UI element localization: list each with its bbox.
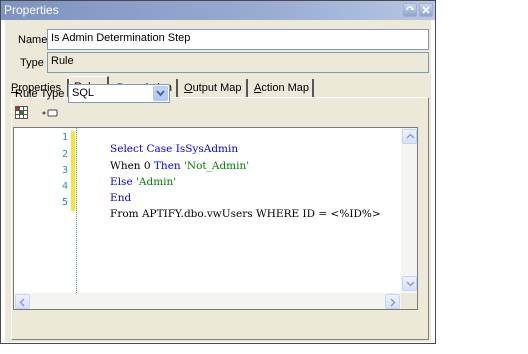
name-field[interactable]: Is Admin Determination Step — [47, 29, 429, 50]
chevron-down-icon[interactable] — [153, 86, 168, 101]
properties-window: Properties Name Is Admin Determination S… — [0, 0, 436, 344]
rule-type-label: Rule Type — [15, 88, 65, 100]
name-label: Name — [18, 34, 48, 46]
tab-accel: O — [184, 82, 193, 94]
scroll-up-icon[interactable] — [402, 129, 417, 144]
tab-output-map[interactable]: Output Map — [180, 79, 248, 97]
scroll-right-icon[interactable] — [385, 294, 400, 309]
sql-editor[interactable]: 1 2 3 4 5 Select Case IsSysAdmin When 0 … — [13, 127, 418, 310]
rule-type-value: SQL — [72, 87, 95, 99]
code-line: From APTIFY.dbo.vwUsers WHERE ID = <%ID%… — [90, 196, 381, 232]
line-number: 1 — [61, 132, 68, 143]
title-bar[interactable]: Properties — [1, 1, 435, 20]
scroll-down-icon[interactable] — [402, 276, 417, 291]
scrollbar-corner — [401, 293, 417, 309]
code-token: 'Admin' — [136, 176, 177, 188]
scroll-left-icon[interactable] — [15, 294, 30, 309]
tab-label: utput Map — [192, 82, 242, 94]
rule-type-select[interactable]: SQL — [68, 84, 170, 103]
grid-icon[interactable] — [15, 106, 28, 119]
change-marker — [71, 131, 75, 211]
tab-action-map[interactable]: Action Map — [250, 79, 314, 97]
line-number: 5 — [61, 197, 68, 208]
type-field: Rule — [47, 52, 429, 73]
line-gutter: 1 2 3 4 5 — [14, 128, 70, 293]
gutter-separator — [76, 128, 77, 293]
line-number: 3 — [61, 165, 68, 176]
pin-icon[interactable] — [403, 3, 417, 17]
close-icon[interactable] — [419, 3, 433, 17]
window-title: Properties — [4, 3, 59, 17]
code-token: 'Not_Admin' — [184, 160, 250, 172]
tab-label: ction Map — [261, 82, 310, 94]
line-number: 2 — [61, 149, 68, 160]
horizontal-scrollbar[interactable] — [14, 293, 401, 309]
vertical-scrollbar[interactable] — [401, 128, 417, 293]
line-number: 4 — [61, 181, 68, 192]
key-icon[interactable] — [40, 108, 58, 118]
code-token: From APTIFY.dbo.vwUsers WHERE ID = <%ID%… — [110, 208, 381, 220]
type-label: Type — [20, 57, 44, 69]
